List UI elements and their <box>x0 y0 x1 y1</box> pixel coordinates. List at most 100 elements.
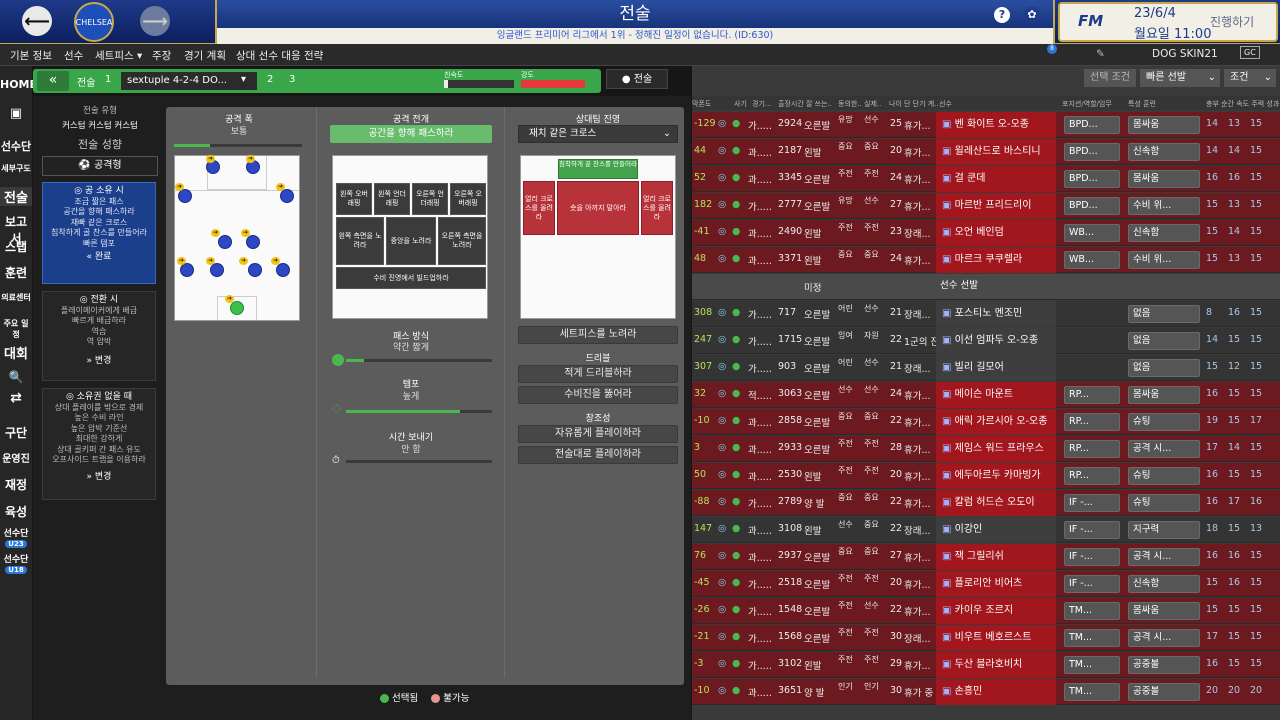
col-header[interactable]: 실제.. <box>864 99 881 109</box>
position-role-select[interactable]: BPD... <box>1064 170 1120 188</box>
player-marker[interactable] <box>218 235 232 249</box>
training-select[interactable]: 몸싸움 <box>1128 602 1200 620</box>
col-header[interactable]: 막폰도 <box>692 99 711 109</box>
training-select[interactable]: 공격 시... <box>1128 629 1200 647</box>
position-role-select[interactable]: WB... <box>1064 224 1120 242</box>
col-header[interactable]: 특성 훈련 <box>1128 99 1156 109</box>
tab-set-pieces[interactable]: 세트피스 ▾ <box>95 48 142 63</box>
dribble-less-button[interactable]: 적게 드리블하라 <box>518 365 678 383</box>
training-select[interactable]: 슈팅 <box>1128 413 1200 431</box>
tactic-slot-3[interactable]: 3 <box>289 74 295 85</box>
player-name-select[interactable]: ▣ 플로리안 비어츠 <box>936 571 1056 597</box>
training-select[interactable]: 공격 시... <box>1128 548 1200 566</box>
tab-overview[interactable]: 기본 정보 <box>10 48 52 63</box>
settings-icon[interactable]: ✿ <box>1024 7 1040 23</box>
col-header[interactable]: 경기... <box>752 99 772 109</box>
sidebar-item-training[interactable]: 훈련 <box>0 264 32 281</box>
player-name-select[interactable]: ▣ 손흥민 <box>936 679 1056 705</box>
player-name-select[interactable]: ▣ 카이우 조르지 <box>936 598 1056 624</box>
col-header[interactable]: 포지션/역할/임무 <box>1062 99 1112 109</box>
edit-icon[interactable]: ✎ <box>1096 48 1105 60</box>
training-select[interactable]: 슈팅 <box>1128 467 1200 485</box>
sidebar-item-medical[interactable]: 의료센터 <box>0 292 32 303</box>
position-role-select[interactable]: BPD... <box>1064 116 1120 134</box>
col-header[interactable]: 나이 <box>889 99 902 109</box>
table-row[interactable]: -10 ◎ ● 과..... 2858 오른발 중요 중요 22 휴가... ▣ 애릭 가르시아 오… <box>692 409 1280 435</box>
sidebar-item-home[interactable]: HOME <box>0 78 37 91</box>
training-select[interactable]: 신속함 <box>1128 143 1200 161</box>
table-row[interactable]: 308 ◎ ● 가..... 717 오른발 어린 선수 21 장래... ▣ 포스티노 멘조민 없음… <box>692 301 1280 327</box>
col-header[interactable]: 사기 <box>734 99 747 109</box>
tactic-slot-1[interactable]: 1 <box>105 74 111 85</box>
position-role-select[interactable]: IF -... <box>1064 575 1120 593</box>
player-marker[interactable] <box>180 263 194 277</box>
sidebar-item-tactics[interactable]: 전술 <box>0 187 32 206</box>
table-row[interactable]: 44 ◎ ● 과..... 2187 왼발 중요 중요 20 휴가... ▣ 윌레산드로 바스티니 B… <box>692 139 1280 165</box>
training-select[interactable]: 없음 <box>1128 359 1200 377</box>
table-row[interactable]: -21 ◎ ● 가..... 1568 오른발 주전 주전 30 장래... ▣ 비우트 베호르스트… <box>692 625 1280 651</box>
training-select[interactable]: 몸싸움 <box>1128 386 1200 404</box>
mentality-select[interactable]: ⚽ 공격형 <box>42 156 158 176</box>
zone-right-flank[interactable]: 오른쪽 측면을 노려라 <box>438 217 486 265</box>
collapse-button[interactable]: « <box>37 71 69 91</box>
training-select[interactable]: 슈팅 <box>1128 494 1200 512</box>
back-button[interactable]: ⟵ <box>22 6 52 36</box>
table-row[interactable]: -10 ◎ ● 과..... 3651 양 발 인기 인기 30 휴가 중 ▣ 손흥민 TM... 공중… <box>692 679 1280 705</box>
training-select[interactable]: 수비 위... <box>1128 197 1200 215</box>
sidebar-item-club[interactable]: 구단 <box>0 424 32 441</box>
table-row[interactable]: 48 ◎ ● 과..... 3371 왼발 중요 중요 24 휴가... ▣ 마르크 쿠쿠렐라 WB.… <box>692 247 1280 273</box>
player-marker[interactable] <box>178 189 192 203</box>
player-name-select[interactable]: ▣ 비우트 베호르스트 <box>936 625 1056 651</box>
col-header[interactable]: 선수 <box>939 99 952 109</box>
position-role-select[interactable]: RP... <box>1064 440 1120 458</box>
sidebar-item-development[interactable]: 육성 <box>0 503 32 520</box>
player-marker[interactable] <box>280 189 294 203</box>
player-marker[interactable] <box>210 263 224 277</box>
player-name-select[interactable]: ▣ 에두아르두 카마빙가 <box>936 463 1056 489</box>
training-select[interactable]: 없음 <box>1128 305 1200 323</box>
table-row[interactable]: 50 ◎ ● 과..... 2530 왼발 주전 주전 20 휴가... ▣ 에두아르두 카마빙가 R… <box>692 463 1280 489</box>
training-select[interactable]: 몸싸움 <box>1128 170 1200 188</box>
table-row[interactable]: -88 ◎ ● 가..... 2789 양 발 중요 중요 22 휴가... ▣ 칼럼 허드슨 오도… <box>692 490 1280 516</box>
table-row[interactable]: -129 ◎ ● 가..... 2924 오른발 유망 선수 25 휴가... ▣ 벤 화이트 오-… <box>692 112 1280 138</box>
continue-button[interactable]: 진행하기 <box>1210 13 1254 30</box>
tactic-name-select[interactable]: sextuple 4-2-4 DO... <box>121 72 257 90</box>
sidebar-item-schedule[interactable]: 주요 일정 <box>0 318 32 340</box>
disciplined-play-button[interactable]: 전술대로 플레이하라 <box>518 446 678 464</box>
player-name-select[interactable]: ▣ 두산 블라호비치 <box>936 652 1056 678</box>
table-row[interactable]: 32 ◎ ● 적..... 3063 오른발 선수 선수 24 휴가... ▣ 메이슨 마운트 RP.… <box>692 382 1280 408</box>
sidebar-item-board[interactable]: 운영진 <box>0 450 32 465</box>
col-header[interactable]: 단 단기 계.. <box>904 99 939 109</box>
transfer-icon[interactable]: ⇄ <box>0 390 32 406</box>
player-name-select[interactable]: ▣ 애릭 가르시아 오-오종 <box>936 409 1056 435</box>
sidebar-item-competitions[interactable]: 대회 <box>0 343 32 362</box>
search-icon[interactable]: 🔍 <box>0 370 32 384</box>
player-marker[interactable] <box>276 263 290 277</box>
sidebar-item-u18[interactable]: 선수단 U18 <box>0 552 32 575</box>
free-play-button[interactable]: 자유롭게 플레이하라 <box>518 425 678 443</box>
tactic-menu-button[interactable]: ● 전술 <box>606 69 668 89</box>
training-select[interactable]: 없음 <box>1128 332 1200 350</box>
out-possession-change-button[interactable]: » 변경 <box>43 472 155 483</box>
player-name-select[interactable]: ▣ 윌레산드로 바스티니 <box>936 139 1056 165</box>
sub-select[interactable]: 선수 선발 <box>936 278 1056 296</box>
zone-work-ball-into-box[interactable]: 침착하게 골 찬스를 만들어라 <box>558 159 638 179</box>
width-slider[interactable] <box>174 144 302 147</box>
table-row[interactable]: 307 ◎ ● 가..... 903 오른발 어린 선수 21 장래... ▣ 빌리 길모어 없음 15… <box>692 355 1280 381</box>
zone-shoot-on-sight[interactable]: 숏을 아끼지 말아라 <box>557 181 639 235</box>
training-select[interactable]: 공중볼 <box>1128 656 1200 674</box>
player-name-select[interactable]: ▣ 제임스 워드 프라우스 <box>936 436 1056 462</box>
position-role-select[interactable]: TM... <box>1064 629 1120 647</box>
zone-right-early-cross[interactable]: 얼리 크로스를 올려라 <box>641 181 673 235</box>
player-name-select[interactable]: ▣ 이강인 <box>936 517 1056 543</box>
twitch-icon[interactable]: ▣ <box>0 106 32 121</box>
position-role-select[interactable]: TM... <box>1064 656 1120 674</box>
position-role-select[interactable]: IF -... <box>1064 494 1120 512</box>
table-row[interactable]: -45 ◎ ● 가..... 2518 오른발 주전 주전 20 휴가... ▣ 플로리안 비어츠 I… <box>692 571 1280 597</box>
club-crest[interactable]: CHELSEA <box>74 2 114 42</box>
player-name-select[interactable]: ▣ 포스티노 멘조민 <box>936 301 1056 327</box>
filter-button[interactable]: 선택 조건 <box>1084 69 1136 87</box>
tab-match-plan[interactable]: 경기 계획 <box>184 48 226 63</box>
position-role-select[interactable]: RP... <box>1064 386 1120 404</box>
col-header[interactable]: 동의한.. <box>838 99 862 109</box>
